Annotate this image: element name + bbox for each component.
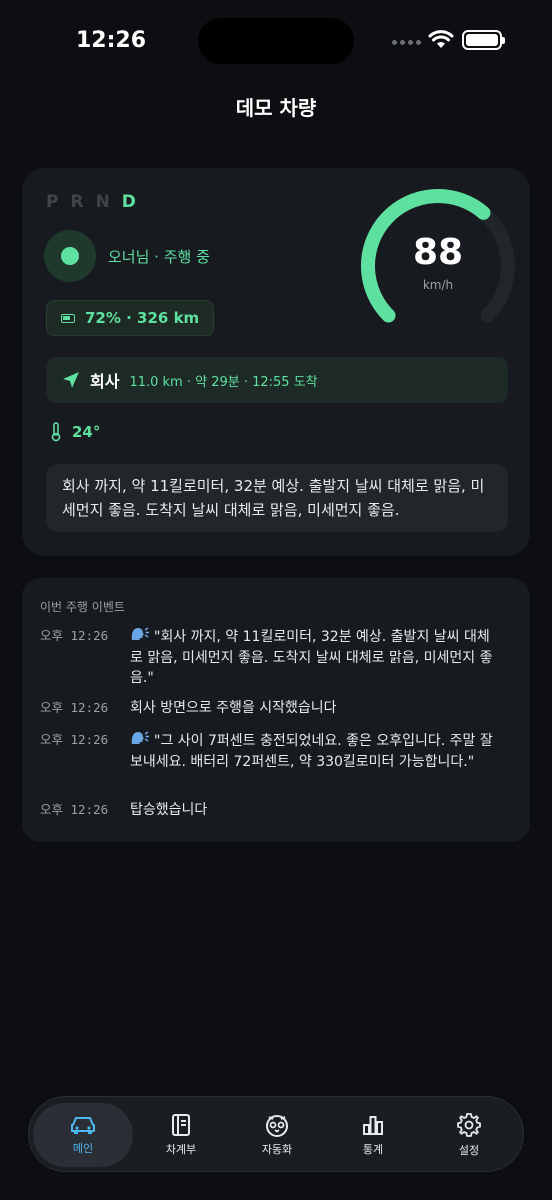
- event-message: "그 사이 7퍼센트 충전되었네요. 좋은 오후입니다. 주말 잘 보내세요. …: [130, 730, 500, 772]
- events-title: 이번 주행 이벤트: [40, 600, 125, 614]
- tab-stats[interactable]: 통계: [323, 1103, 423, 1167]
- event-time: 오후 12:26: [40, 628, 109, 643]
- battery-range-badge: 72% · 326 km: [46, 300, 215, 336]
- tab-label: 설정: [458, 1144, 480, 1157]
- wifi-icon: [428, 30, 454, 48]
- event-message: "회사 까지, 약 11킬로미터, 32분 예상. 출발지 날씨 대체로 맑음,…: [130, 626, 500, 688]
- tab-label: 자동화: [261, 1143, 293, 1156]
- event-message-text: 회사 방면으로 주행을 시작했습니다: [130, 700, 337, 716]
- navigation-info: 11.0 km · 약 29분 · 12:55 도착: [129, 374, 318, 390]
- event-item: 오후 12:26 회사 방면으로 주행을 시작했습니다: [40, 698, 500, 718]
- bottom-tab-bar: 메인 차계부 자동화 통계 설정: [28, 1096, 524, 1172]
- stats-icon: [363, 1116, 383, 1135]
- tab-main[interactable]: 메인: [33, 1103, 133, 1167]
- event-item: 오후 12:26 "그 사이 7퍼센트 충전되었네요. 좋은 오후입니다. 주말…: [40, 730, 500, 772]
- app-screen: 12:26 데모 차량 P R N D 오너님 · 주행 중 72% · 326…: [0, 0, 552, 1200]
- event-message-text: "그 사이 7퍼센트 충전되었네요. 좋은 오후입니다. 주말 잘 보내세요. …: [130, 733, 493, 770]
- car-icon: [71, 1117, 95, 1134]
- gear-icon: [457, 1113, 481, 1137]
- event-time: 오후 12:26: [40, 700, 109, 715]
- tab-automation[interactable]: 자동화: [227, 1103, 327, 1167]
- status-time: 12:26: [76, 28, 147, 53]
- speed-unit: km/h: [422, 278, 454, 292]
- event-message-text: 탑승했습니다: [130, 802, 208, 818]
- event-time: 오후 12:26: [40, 802, 109, 817]
- driving-status-icon: [44, 230, 96, 282]
- navigation-summary[interactable]: 회사 11.0 km · 약 29분 · 12:55 도착: [46, 357, 508, 403]
- tab-label: 통계: [362, 1143, 384, 1156]
- trip-summary: 회사 까지, 약 11킬로미터, 32분 예상. 출발지 날씨 대체로 맑음, …: [46, 464, 508, 532]
- battery-icon: [462, 30, 505, 50]
- gear-p: P: [46, 192, 59, 212]
- owner-status: 오너님 · 주행 중: [44, 230, 210, 282]
- event-item: 오후 12:26 "회사 까지, 약 11킬로미터, 32분 예상. 출발지 날…: [40, 626, 500, 688]
- speed-value: 88: [412, 232, 464, 273]
- owner-status-text: 오너님 · 주행 중: [108, 247, 210, 266]
- automation-icon: [266, 1115, 288, 1137]
- gear-r: R: [70, 192, 84, 212]
- speaking-head-icon: [130, 626, 152, 648]
- tab-logbook[interactable]: 차계부: [131, 1103, 231, 1167]
- navigation-arrow-icon: [63, 372, 79, 388]
- navigation-destination: 회사: [90, 372, 120, 391]
- vehicle-status-card: P R N D 오너님 · 주행 중 72% · 326 km 88 km/h …: [22, 168, 530, 556]
- trip-events-card: 이번 주행 이벤트 오후 12:26 "회사 까지, 약 11킬로미터, 32분…: [22, 578, 530, 842]
- gear-d: D: [121, 192, 136, 212]
- tab-label: 메인: [72, 1142, 94, 1155]
- page-title: 데모 차량: [235, 96, 317, 120]
- gear-indicator: P R N D: [46, 192, 136, 212]
- event-message-text: "회사 까지, 약 11킬로미터, 32분 예상. 출발지 날씨 대체로 맑음,…: [130, 629, 493, 686]
- logbook-icon: [172, 1114, 190, 1136]
- gear-n: N: [95, 192, 110, 212]
- dynamic-island: [198, 18, 354, 64]
- thermometer-icon: [51, 422, 61, 442]
- speaking-head-icon: [130, 730, 152, 752]
- tab-label: 차계부: [165, 1143, 197, 1156]
- event-time: 오후 12:26: [40, 732, 109, 747]
- cellular-signal-icon: [392, 40, 421, 45]
- battery-level-icon: [61, 313, 75, 323]
- tab-settings[interactable]: 설정: [419, 1103, 519, 1167]
- event-item: 오후 12:26 탑승했습니다: [40, 800, 500, 820]
- battery-range-text: 72% · 326 km: [85, 309, 200, 327]
- outside-temperature: 24°: [50, 422, 100, 442]
- temperature-value: 24°: [72, 423, 101, 441]
